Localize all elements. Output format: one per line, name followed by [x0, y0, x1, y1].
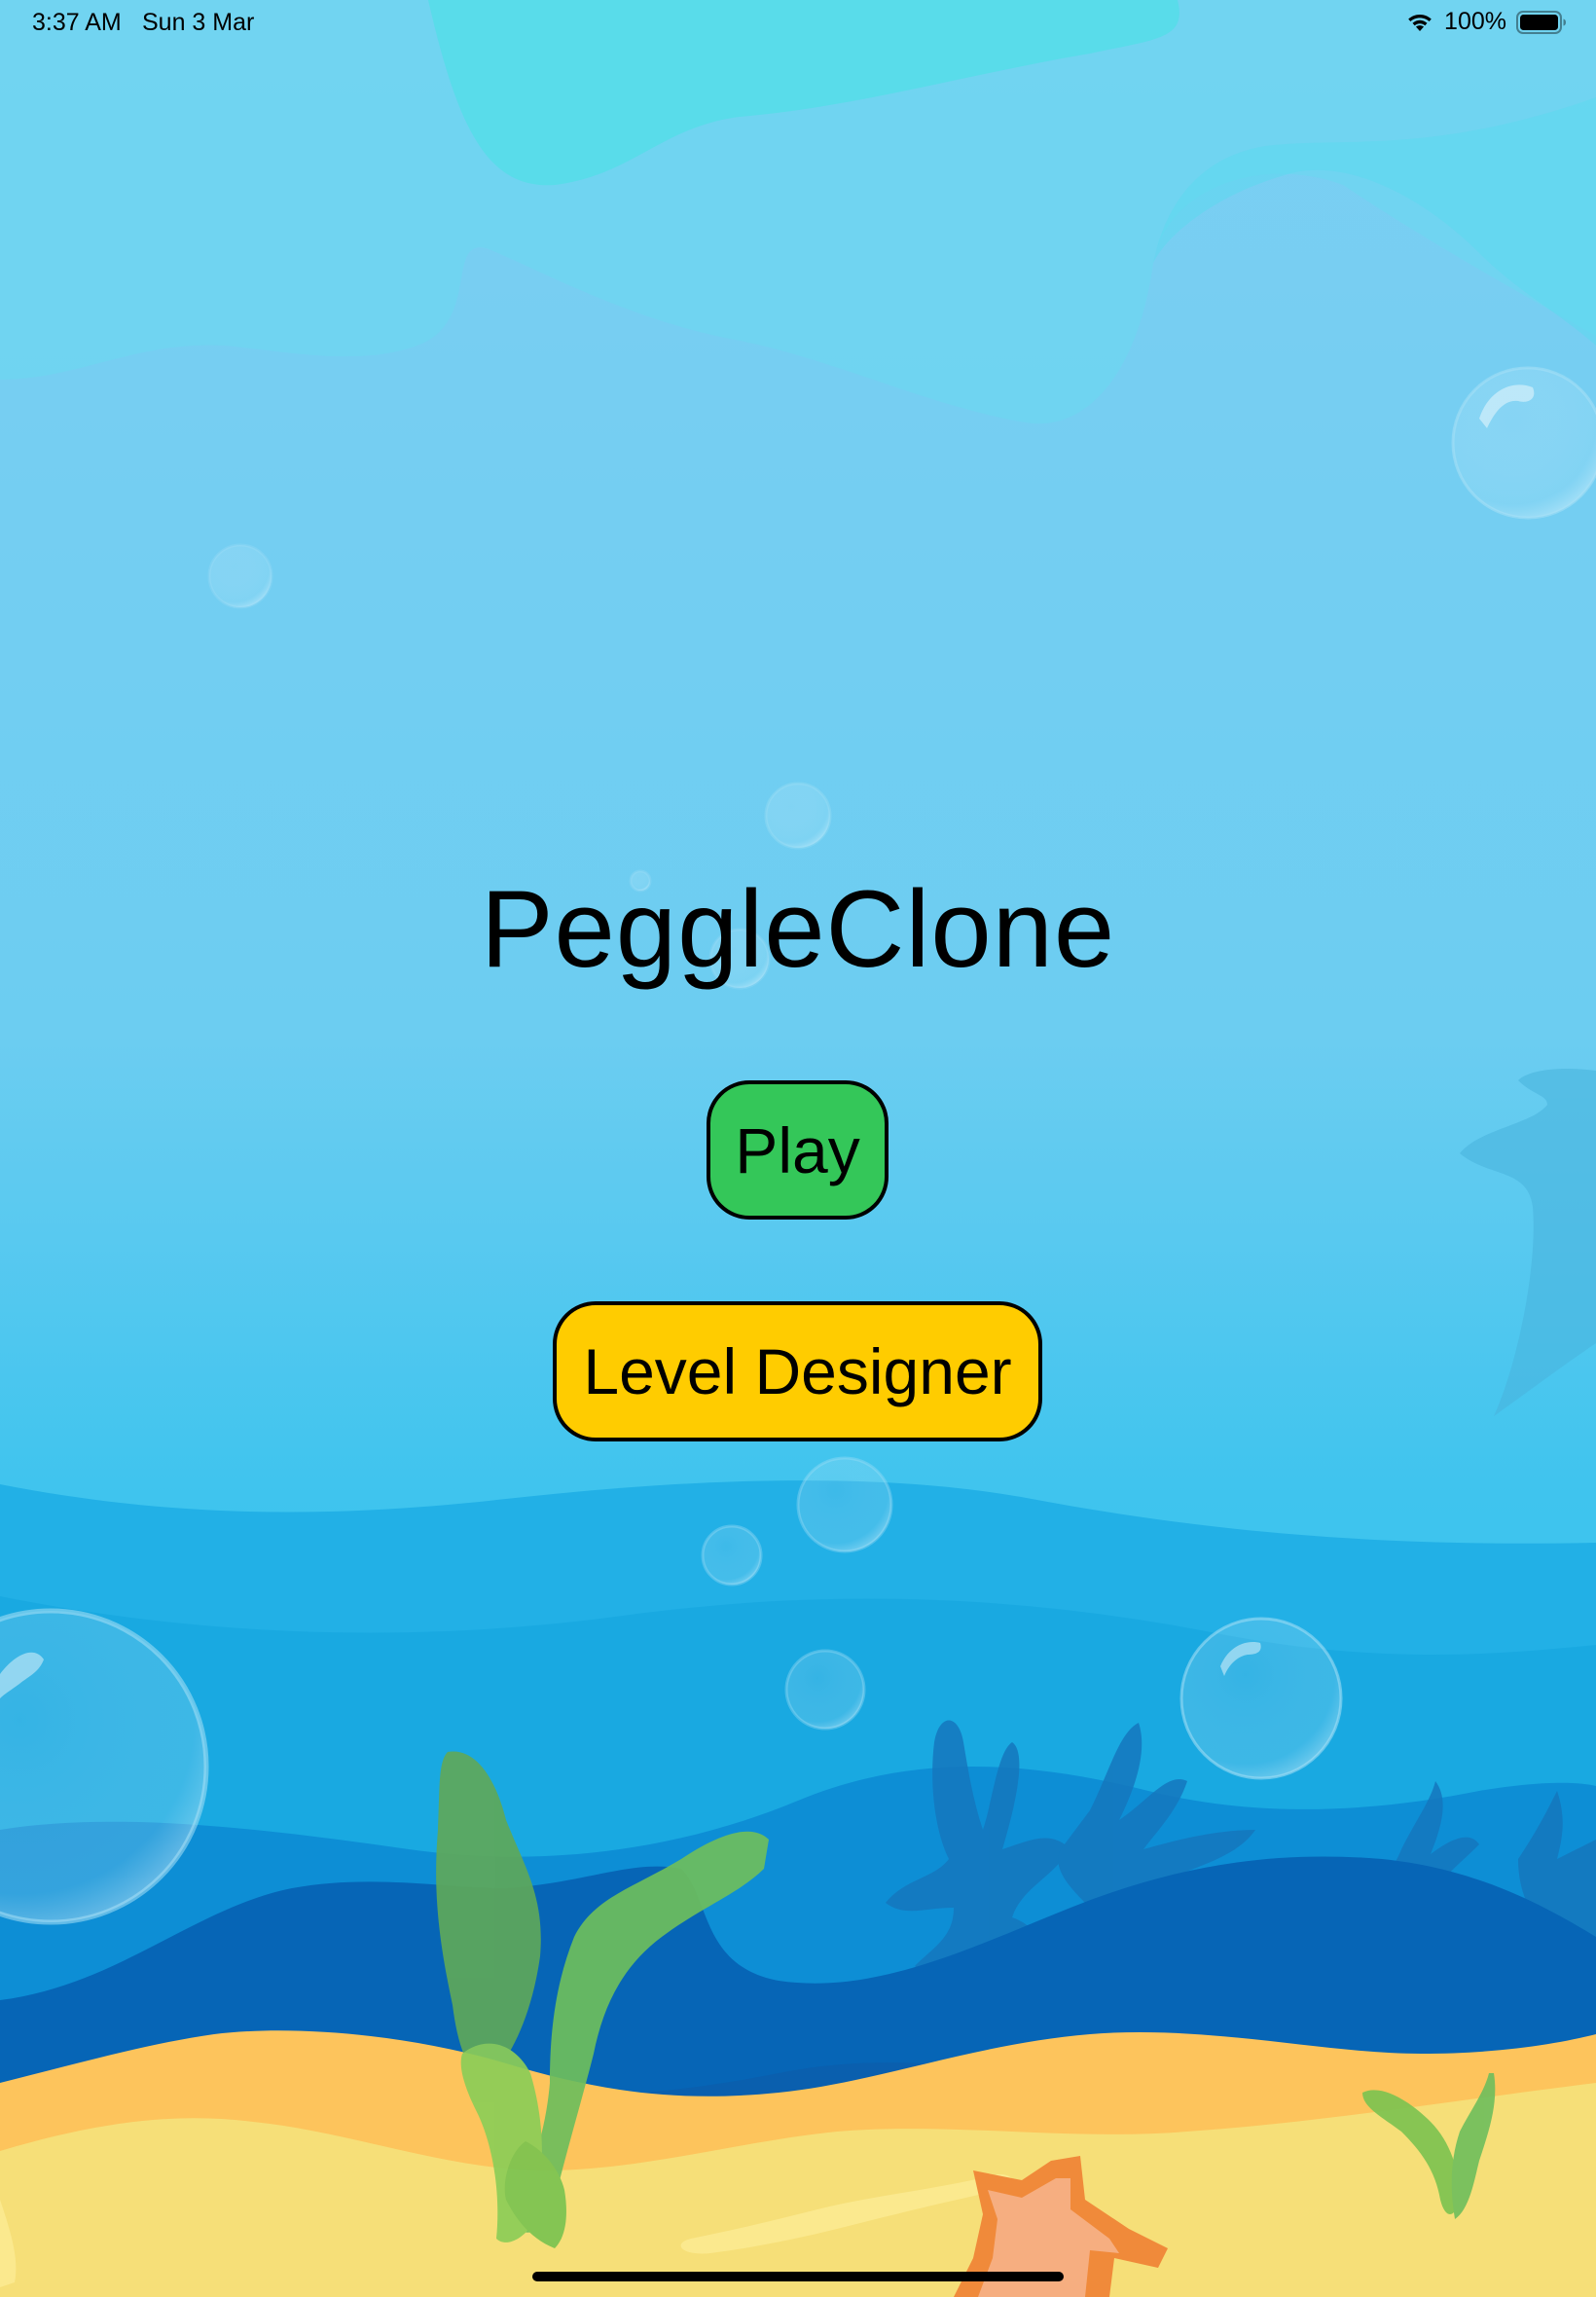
play-button-label: Play [735, 1113, 860, 1186]
level-designer-button-label: Level Designer [583, 1335, 1012, 1407]
play-button[interactable]: Play [707, 1080, 889, 1220]
battery-icon [1516, 10, 1567, 34]
status-date: Sun 3 Mar [142, 9, 255, 36]
home-indicator[interactable] [532, 2272, 1064, 2281]
game-title: PeggleClone [480, 868, 1116, 990]
status-indicators: 100% [1405, 8, 1567, 36]
status-bar: 3:37 AM Sun 3 Mar 100% [0, 0, 1596, 47]
wifi-icon [1405, 12, 1434, 33]
status-time: 3:37 AM [32, 9, 122, 36]
app-screen: 3:37 AM Sun 3 Mar 100% PeggleClone Play … [0, 0, 1596, 2297]
battery-percent: 100% [1444, 8, 1506, 35]
level-designer-button[interactable]: Level Designer [553, 1301, 1042, 1441]
